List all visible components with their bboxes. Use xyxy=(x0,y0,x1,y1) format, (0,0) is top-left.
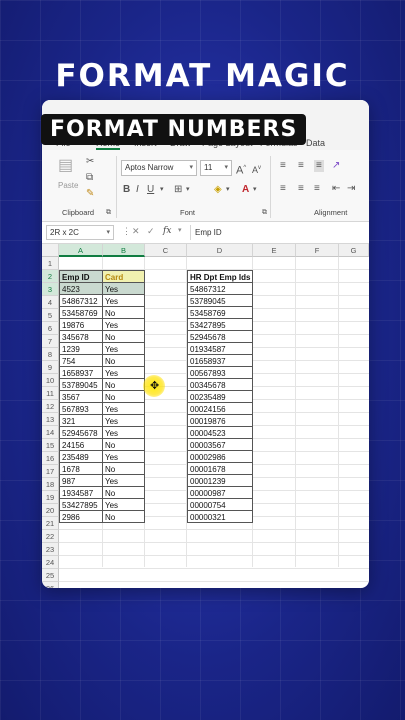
enter-icon[interactable]: ✓ xyxy=(147,226,155,237)
tab-data[interactable]: Data xyxy=(306,138,325,148)
column-header-e[interactable]: E xyxy=(253,244,296,257)
align-middle-icon[interactable]: ≡ xyxy=(298,160,304,172)
name-box[interactable]: 2R x 2C ▾ xyxy=(46,225,114,240)
italic-icon[interactable]: I xyxy=(136,184,139,196)
row-header[interactable]: 24 xyxy=(42,556,59,569)
row-header[interactable]: 15 xyxy=(42,439,59,452)
formula-bar: 2R x 2C ▾ ⋮ ✕ ✓ fx ▾ Emp ID xyxy=(42,222,369,244)
align-right-icon[interactable]: ≡ xyxy=(314,183,320,195)
font-size: 11 xyxy=(204,163,213,172)
row-header[interactable]: 11 xyxy=(42,387,59,400)
gridline xyxy=(338,257,339,567)
gridline xyxy=(59,568,369,569)
increase-indent-icon[interactable]: ⇥ xyxy=(347,183,355,195)
row-header[interactable]: 1 xyxy=(42,257,59,270)
row-header[interactable]: 21 xyxy=(42,517,59,530)
row-header[interactable]: 16 xyxy=(42,452,59,465)
row-header[interactable]: 10 xyxy=(42,374,59,387)
row-header[interactable]: 26 xyxy=(42,582,59,588)
bold-icon[interactable]: B xyxy=(123,184,130,196)
row-header[interactable]: 8 xyxy=(42,348,59,361)
decrease-indent-icon[interactable]: ⇤ xyxy=(332,183,340,195)
row-header[interactable]: 14 xyxy=(42,426,59,439)
group-label-clipboard: Clipboard xyxy=(62,208,95,217)
formula-input[interactable]: Emp ID xyxy=(190,225,369,240)
row-header[interactable]: 12 xyxy=(42,400,59,413)
align-left-icon[interactable]: ≡ xyxy=(280,183,286,195)
chevron-down-icon[interactable]: ▾ xyxy=(178,226,182,234)
copy-icon[interactable]: ⧉ xyxy=(86,172,93,184)
name-box-value: 2R x 2C xyxy=(50,228,79,237)
column-header-d[interactable]: D xyxy=(187,244,253,257)
format-painter-icon[interactable]: ✎ xyxy=(86,188,94,200)
chevron-down-icon: ▾ xyxy=(106,229,110,236)
orientation-icon[interactable]: ↗ xyxy=(332,160,340,172)
paste-label: Paste xyxy=(58,181,79,190)
row-header[interactable]: 19 xyxy=(42,491,59,504)
underline-chevron-icon[interactable]: ▾ xyxy=(160,184,164,196)
cut-icon[interactable]: ✂ xyxy=(86,156,94,168)
column-header-c[interactable]: C xyxy=(145,244,187,257)
row-header[interactable]: 20 xyxy=(42,504,59,517)
column-header-g[interactable]: G xyxy=(339,244,369,257)
gridline xyxy=(59,529,369,530)
column-header-f[interactable]: F xyxy=(296,244,339,257)
paste-icon[interactable]: ▤ xyxy=(58,158,73,174)
row-header[interactable]: 5 xyxy=(42,309,59,322)
row-header[interactable]: 23 xyxy=(42,543,59,556)
font-color-chevron-icon[interactable]: ▾ xyxy=(253,184,257,196)
underline-icon[interactable]: U xyxy=(147,184,154,196)
align-top-icon[interactable]: ≡ xyxy=(280,160,286,172)
gridline xyxy=(295,257,296,567)
chevron-down-icon: ▾ xyxy=(224,164,228,171)
function-icon[interactable]: fx xyxy=(163,226,171,236)
divider xyxy=(116,156,117,218)
clipboard-launcher-icon[interactable]: ⧉ xyxy=(106,207,111,219)
row-header[interactable]: 9 xyxy=(42,361,59,374)
headline: FORMAT MAGIC xyxy=(55,58,350,94)
fill-color-icon[interactable]: ◈ xyxy=(214,184,222,196)
font-name-select[interactable]: Aptos Narrow ▾ xyxy=(121,160,197,176)
gridline xyxy=(59,542,369,543)
borders-icon[interactable]: ⊞ xyxy=(174,184,182,196)
gridline xyxy=(59,581,369,582)
borders-chevron-icon[interactable]: ▾ xyxy=(186,184,190,196)
grow-font-icon[interactable]: A^ xyxy=(236,162,246,177)
font-launcher-icon[interactable]: ⧉ xyxy=(262,207,267,219)
row-header[interactable]: 2 xyxy=(42,270,59,283)
font-name: Aptos Narrow xyxy=(125,163,174,172)
divider xyxy=(270,156,271,218)
row-header[interactable]: 7 xyxy=(42,335,59,348)
row-header[interactable]: 18 xyxy=(42,478,59,491)
row-header[interactable]: 4 xyxy=(42,296,59,309)
excel-window: File Home Insert Draw Page Layout Formul… xyxy=(42,100,369,588)
chevron-down-icon: ▾ xyxy=(189,164,193,171)
group-label-alignment: Alignment xyxy=(314,208,348,217)
fill-chevron-icon[interactable]: ▾ xyxy=(226,184,230,196)
subtitle-badge: FORMAT NUMBERS xyxy=(41,114,307,145)
cancel-icon[interactable]: ✕ xyxy=(132,226,140,237)
hr-emp-id-cell[interactable]: 00000321 xyxy=(187,510,253,523)
group-label-font: Font xyxy=(180,208,196,217)
select-all-corner[interactable] xyxy=(42,244,59,257)
more-icon: ⋮ xyxy=(122,226,131,236)
font-size-select[interactable]: 11 ▾ xyxy=(200,160,232,176)
column-header-a[interactable]: A xyxy=(59,244,103,257)
align-bottom-icon[interactable]: ≡ xyxy=(314,160,324,172)
gridline xyxy=(59,555,369,556)
row-header[interactable]: 6 xyxy=(42,322,59,335)
row-header[interactable]: 13 xyxy=(42,413,59,426)
align-center-icon[interactable]: ≡ xyxy=(298,183,304,195)
ribbon: ✂ ⧉ ✎ ▤ Paste Aptos Narrow ▾ 11 ▾ A^ Av … xyxy=(42,150,369,222)
cursor-pointer-icon: ✥ xyxy=(150,380,160,392)
font-color-icon[interactable]: A xyxy=(242,184,249,196)
row-header[interactable]: 25 xyxy=(42,569,59,582)
row-header[interactable]: 3 xyxy=(42,283,59,296)
row-header[interactable]: 22 xyxy=(42,530,59,543)
emp-id-cell[interactable]: 2986 xyxy=(59,510,103,523)
row-header[interactable]: 17 xyxy=(42,465,59,478)
card-cell[interactable]: No xyxy=(102,510,145,523)
shrink-font-icon[interactable]: Av xyxy=(252,162,261,176)
column-header-b[interactable]: B xyxy=(103,244,145,257)
